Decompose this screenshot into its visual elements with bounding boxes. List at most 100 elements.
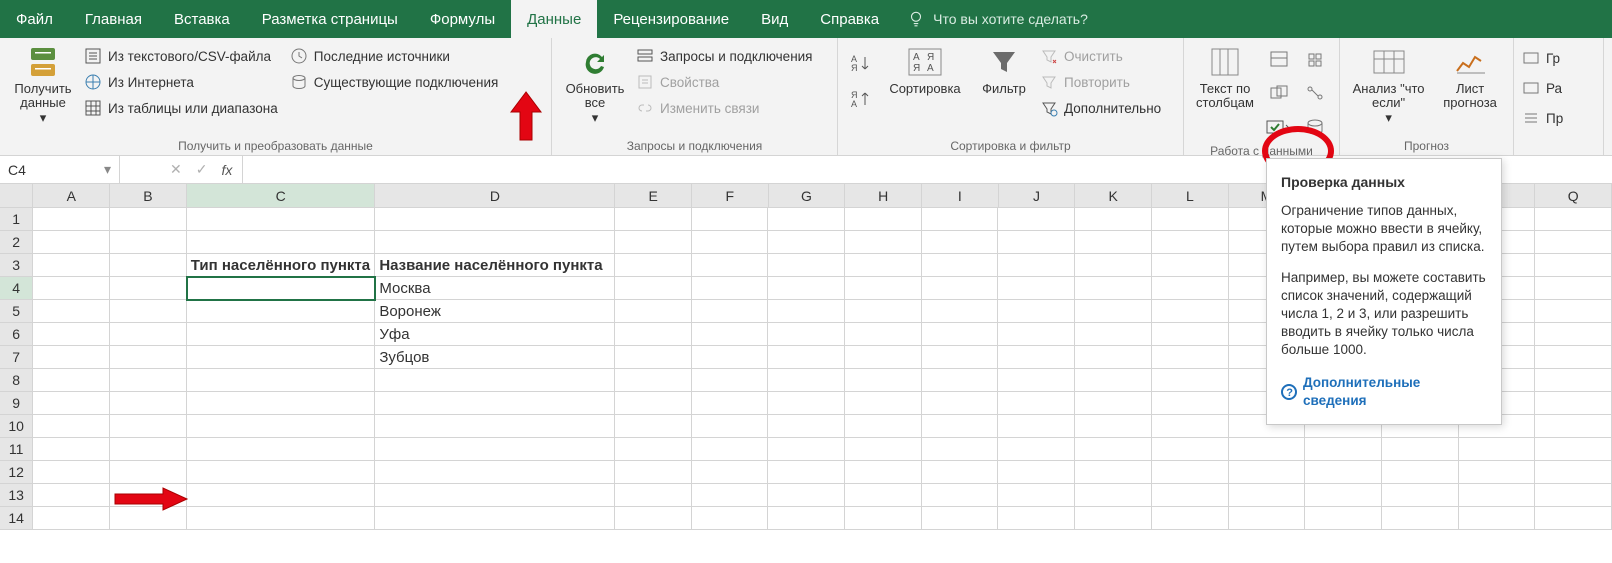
cell-Q13[interactable] <box>1535 484 1612 507</box>
cell-D8[interactable] <box>375 369 615 392</box>
cell-G5[interactable] <box>768 300 845 323</box>
cell-P11[interactable] <box>1459 438 1536 461</box>
cell-I1[interactable] <box>922 208 999 231</box>
cell-P12[interactable] <box>1459 461 1536 484</box>
cell-L14[interactable] <box>1152 507 1229 530</box>
row-header[interactable]: 10 <box>0 415 33 438</box>
cell-A14[interactable] <box>33 507 110 530</box>
cell-C4[interactable] <box>187 277 376 300</box>
cell-L3[interactable] <box>1152 254 1229 277</box>
cell-B4[interactable] <box>110 277 187 300</box>
row-header[interactable]: 13 <box>0 484 33 507</box>
cell-F2[interactable] <box>692 231 769 254</box>
cell-F13[interactable] <box>692 484 769 507</box>
cell-F9[interactable] <box>692 392 769 415</box>
tab-formulas[interactable]: Формулы <box>414 0 511 38</box>
col-header[interactable]: H <box>845 184 922 207</box>
cell-I4[interactable] <box>922 277 999 300</box>
consolidate-button[interactable] <box>1300 44 1330 74</box>
col-header[interactable]: C <box>187 184 376 207</box>
cell-E1[interactable] <box>615 208 692 231</box>
cell-C1[interactable] <box>187 208 376 231</box>
cell-K8[interactable] <box>1075 369 1152 392</box>
filter-button[interactable]: Фильтр <box>974 42 1034 96</box>
cell-B10[interactable] <box>110 415 187 438</box>
tab-review[interactable]: Рецензирование <box>597 0 745 38</box>
cell-K11[interactable] <box>1075 438 1152 461</box>
cell-L6[interactable] <box>1152 323 1229 346</box>
cell-J6[interactable] <box>998 323 1075 346</box>
existing-conn-button[interactable]: Существующие подключения <box>290 70 499 94</box>
cell-L10[interactable] <box>1152 415 1229 438</box>
text-to-columns-button[interactable]: Текст по столбцам <box>1192 42 1258 111</box>
sort-asc-button[interactable]: АЯ <box>846 48 876 78</box>
cell-F14[interactable] <box>692 507 769 530</box>
cell-D10[interactable] <box>375 415 615 438</box>
cell-D12[interactable] <box>375 461 615 484</box>
cell-H10[interactable] <box>845 415 922 438</box>
cell-Q14[interactable] <box>1535 507 1612 530</box>
cell-H3[interactable] <box>845 254 922 277</box>
select-all-corner[interactable] <box>0 184 33 207</box>
cell-L4[interactable] <box>1152 277 1229 300</box>
cell-G2[interactable] <box>768 231 845 254</box>
cell-F1[interactable] <box>692 208 769 231</box>
cell-D11[interactable] <box>375 438 615 461</box>
cell-C8[interactable] <box>187 369 376 392</box>
row-header[interactable]: 8 <box>0 369 33 392</box>
cell-D7[interactable]: Зубцов <box>375 346 615 369</box>
cell-K3[interactable] <box>1075 254 1152 277</box>
cell-C2[interactable] <box>187 231 376 254</box>
advanced-filter-button[interactable]: Дополнительно <box>1040 96 1161 120</box>
cell-H9[interactable] <box>845 392 922 415</box>
cell-F3[interactable] <box>692 254 769 277</box>
row-header[interactable]: 4 <box>0 277 33 300</box>
from-table-button[interactable]: Из таблицы или диапазона <box>84 96 278 120</box>
tooltip-more-link[interactable]: ? Дополнительные сведения <box>1281 374 1487 410</box>
tab-home[interactable]: Главная <box>69 0 158 38</box>
cell-B5[interactable] <box>110 300 187 323</box>
cell-E11[interactable] <box>615 438 692 461</box>
cell-B1[interactable] <box>110 208 187 231</box>
enter-icon[interactable]: ✓ <box>196 161 208 178</box>
col-header[interactable]: G <box>769 184 846 207</box>
cell-H14[interactable] <box>845 507 922 530</box>
cell-Q4[interactable] <box>1535 277 1612 300</box>
col-header[interactable]: K <box>1075 184 1152 207</box>
col-header[interactable]: Q <box>1535 184 1612 207</box>
cell-A4[interactable] <box>33 277 110 300</box>
cell-G4[interactable] <box>768 277 845 300</box>
cell-E14[interactable] <box>615 507 692 530</box>
cell-I13[interactable] <box>922 484 999 507</box>
col-header[interactable]: E <box>615 184 692 207</box>
cell-K2[interactable] <box>1075 231 1152 254</box>
forecast-sheet-button[interactable]: Лист прогноза <box>1435 42 1505 111</box>
tab-help[interactable]: Справка <box>804 0 895 38</box>
cell-H4[interactable] <box>845 277 922 300</box>
cell-G6[interactable] <box>768 323 845 346</box>
cell-F6[interactable] <box>692 323 769 346</box>
cell-Q9[interactable] <box>1535 392 1612 415</box>
cell-G1[interactable] <box>768 208 845 231</box>
cell-H12[interactable] <box>845 461 922 484</box>
cell-J12[interactable] <box>998 461 1075 484</box>
from-csv-button[interactable]: Из текстового/CSV-файла <box>84 44 278 68</box>
cell-G11[interactable] <box>768 438 845 461</box>
cell-M14[interactable] <box>1229 507 1306 530</box>
cell-K10[interactable] <box>1075 415 1152 438</box>
cell-M13[interactable] <box>1229 484 1306 507</box>
cell-C7[interactable] <box>187 346 376 369</box>
cell-O13[interactable] <box>1382 484 1459 507</box>
cell-I8[interactable] <box>922 369 999 392</box>
cell-F7[interactable] <box>692 346 769 369</box>
cell-D4[interactable]: Москва <box>375 277 615 300</box>
cell-Q5[interactable] <box>1535 300 1612 323</box>
row-header[interactable]: 12 <box>0 461 33 484</box>
cell-J1[interactable] <box>998 208 1075 231</box>
col-header[interactable]: D <box>375 184 615 207</box>
cell-K9[interactable] <box>1075 392 1152 415</box>
cell-A11[interactable] <box>33 438 110 461</box>
cell-D13[interactable] <box>375 484 615 507</box>
cell-N13[interactable] <box>1305 484 1382 507</box>
cell-B6[interactable] <box>110 323 187 346</box>
